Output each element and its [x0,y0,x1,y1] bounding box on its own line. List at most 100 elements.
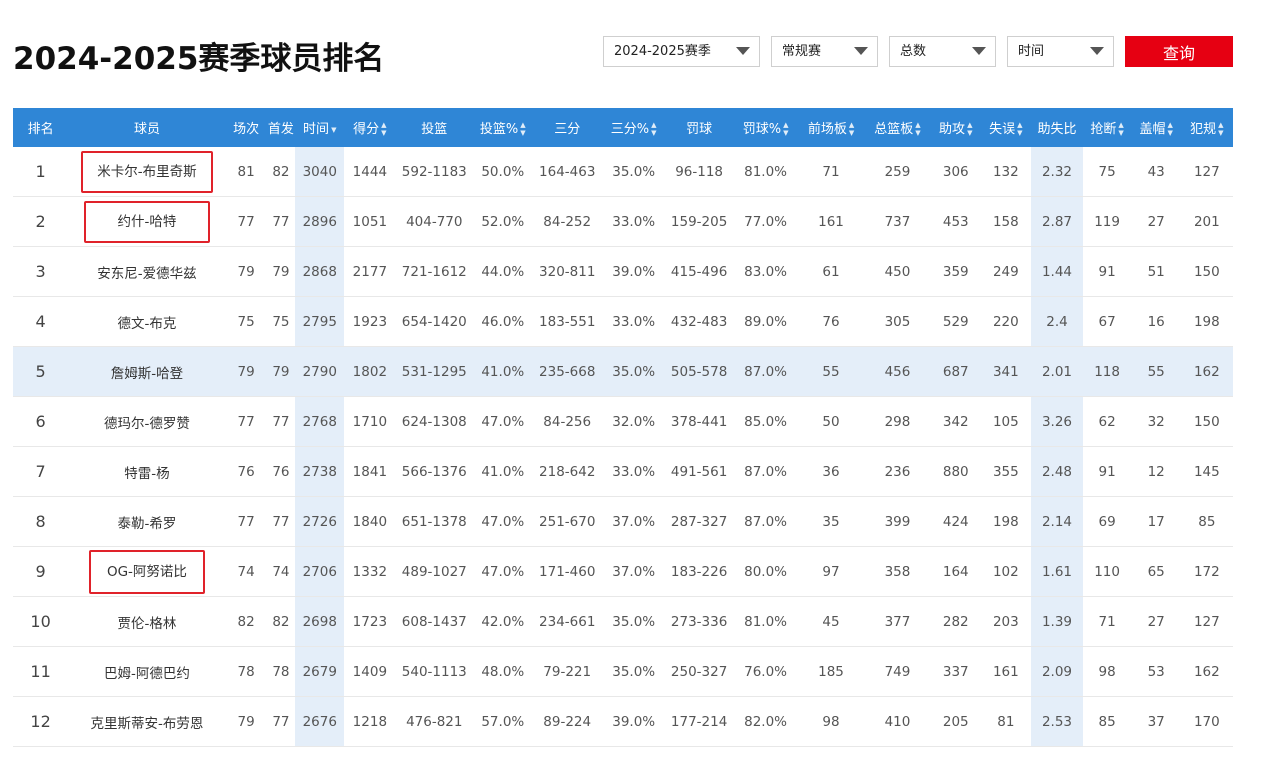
player-cell[interactable]: 贾伦-格林 [68,596,226,647]
sort-icon: ▲ ▼ [651,121,657,138]
games-cell: 77 [225,496,267,547]
pf-cell: 127 [1180,596,1233,647]
3p-cell: 320-811 [532,246,602,297]
fg-pct-cell: 47.0% [473,496,533,547]
blk-cell: 55 [1131,346,1181,397]
sort-icon: ▲ ▼ [848,121,855,138]
col-header-blk[interactable]: 盖帽 ▲ ▼ [1131,108,1181,147]
col-header-player: 球员 [68,108,226,147]
col-header-points[interactable]: 得分 ▲ ▼ [344,108,396,147]
points-cell: 1218 [344,696,396,747]
rank-cell: 11 [13,646,69,697]
sort-icon: ▲ ▼ [1118,121,1124,138]
stl-cell: 85 [1082,696,1132,747]
player-cell[interactable]: 约什-哈特 [68,196,226,247]
rank-cell: 10 [13,596,69,647]
page-title: 2024-2025赛季球员排名 [13,41,385,77]
col-header-3p-pct[interactable]: 三分% ▲ ▼ [601,108,666,147]
3p-pct-cell: 32.0% [601,396,666,447]
minutes-cell: 2868 [295,246,345,297]
sort-select[interactable]: 时间 [1007,36,1114,67]
player-cell[interactable]: 巴姆-阿德巴约 [68,646,226,697]
points-cell: 1051 [344,196,396,247]
ft-pct-cell: 85.0% [732,396,799,447]
fg-cell: 608-1437 [395,596,474,647]
col-header-fg-pct[interactable]: 投篮% ▲ ▼ [473,108,533,147]
sort-icon: ▲ ▼ [381,121,387,138]
tov-cell: 203 [980,596,1032,647]
minutes-cell: 2676 [295,696,345,747]
ast-tov-cell: 2.48 [1031,446,1083,497]
3p-pct-cell: 39.0% [601,696,666,747]
query-button[interactable]: 查询 [1125,36,1233,67]
player-cell[interactable]: 德玛尔-德罗赞 [68,396,226,447]
fg-cell: 540-1113 [395,646,474,697]
ast-cell: 342 [931,396,981,447]
sort-icon: ▲ ▼ [783,121,789,138]
ast-tov-cell: 2.09 [1031,646,1083,697]
table-row: 5 詹姆斯-哈登 79 79 2790 1802 531-1295 41.0% 235-668 3… [13,346,1233,397]
minutes-cell: 2698 [295,596,345,647]
points-cell: 2177 [344,246,396,297]
player-cell[interactable]: 德文-布克 [68,296,226,347]
col-header-minutes[interactable]: 时间 ▼ [295,108,345,147]
fg-cell: 654-1420 [395,296,474,347]
stl-cell: 119 [1082,196,1132,247]
rank-cell: 9 [13,546,69,597]
starts-cell: 77 [266,496,296,547]
col-header-ft-pct[interactable]: 罚球% ▲ ▼ [732,108,799,147]
ft-cell: 505-578 [665,346,733,397]
pf-cell: 198 [1180,296,1233,347]
stl-cell: 67 [1082,296,1132,347]
table-row: 8 泰勒-希罗 77 77 2726 1840 651-1378 47.0% 251-670 37… [13,496,1233,547]
stl-cell: 75 [1082,147,1132,197]
fg-pct-cell: 57.0% [473,696,533,747]
col-header-tov[interactable]: 失误 ▲ ▼ [980,108,1032,147]
player-cell[interactable]: 米卡尔-布里奇斯 [68,147,226,197]
starts-cell: 77 [266,196,296,247]
fg-cell: 592-1183 [395,147,474,197]
reb-cell: 259 [863,147,932,197]
player-cell[interactable]: OG-阿努诺比 [68,546,226,597]
reb-cell: 298 [863,396,932,447]
player-cell[interactable]: 安东尼-爱德华兹 [68,246,226,297]
minutes-cell: 2738 [295,446,345,497]
blk-cell: 32 [1131,396,1181,447]
fg-pct-cell: 52.0% [473,196,533,247]
3p-pct-cell: 37.0% [601,496,666,547]
season-select[interactable]: 2024-2025赛季 [603,36,760,67]
ast-tov-cell: 3.26 [1031,396,1083,447]
game-type-select[interactable]: 常规赛 [771,36,878,67]
fg-cell: 651-1378 [395,496,474,547]
table-row: 11 巴姆-阿德巴约 78 78 2679 1409 540-1113 48.0% 79-221… [13,646,1233,697]
oreb-cell: 36 [798,446,864,497]
games-cell: 78 [225,646,267,697]
stat-type-select[interactable]: 总数 [889,36,996,67]
games-cell: 75 [225,296,267,347]
player-cell[interactable]: 泰勒-希罗 [68,496,226,547]
games-cell: 77 [225,196,267,247]
3p-pct-cell: 33.0% [601,296,666,347]
tov-cell: 341 [980,346,1032,397]
col-header-pf[interactable]: 犯规 ▲ ▼ [1180,108,1233,147]
games-cell: 76 [225,446,267,497]
sort-desc-icon: ▼ [331,125,337,134]
sort-icon: ▲ ▼ [520,121,526,138]
player-cell[interactable]: 特雷-杨 [68,446,226,497]
oreb-cell: 35 [798,496,864,547]
fg-pct-cell: 48.0% [473,646,533,697]
ft-pct-cell: 83.0% [732,246,799,297]
col-header-stl[interactable]: 抢断 ▲ ▼ [1082,108,1132,147]
oreb-cell: 45 [798,596,864,647]
col-header-ast[interactable]: 助攻 ▲ ▼ [931,108,981,147]
fg-pct-cell: 42.0% [473,596,533,647]
tov-cell: 105 [980,396,1032,447]
col-header-oreb[interactable]: 前场板 ▲ ▼ [798,108,864,147]
rank-cell: 7 [13,446,69,497]
col-header-games: 场次 [225,108,267,147]
player-cell[interactable]: 詹姆斯-哈登 [68,346,226,397]
player-cell[interactable]: 克里斯蒂安-布劳恩 [68,696,226,747]
rank-cell: 1 [13,147,69,197]
col-header-reb[interactable]: 总篮板 ▲ ▼ [863,108,932,147]
tov-cell: 132 [980,147,1032,197]
